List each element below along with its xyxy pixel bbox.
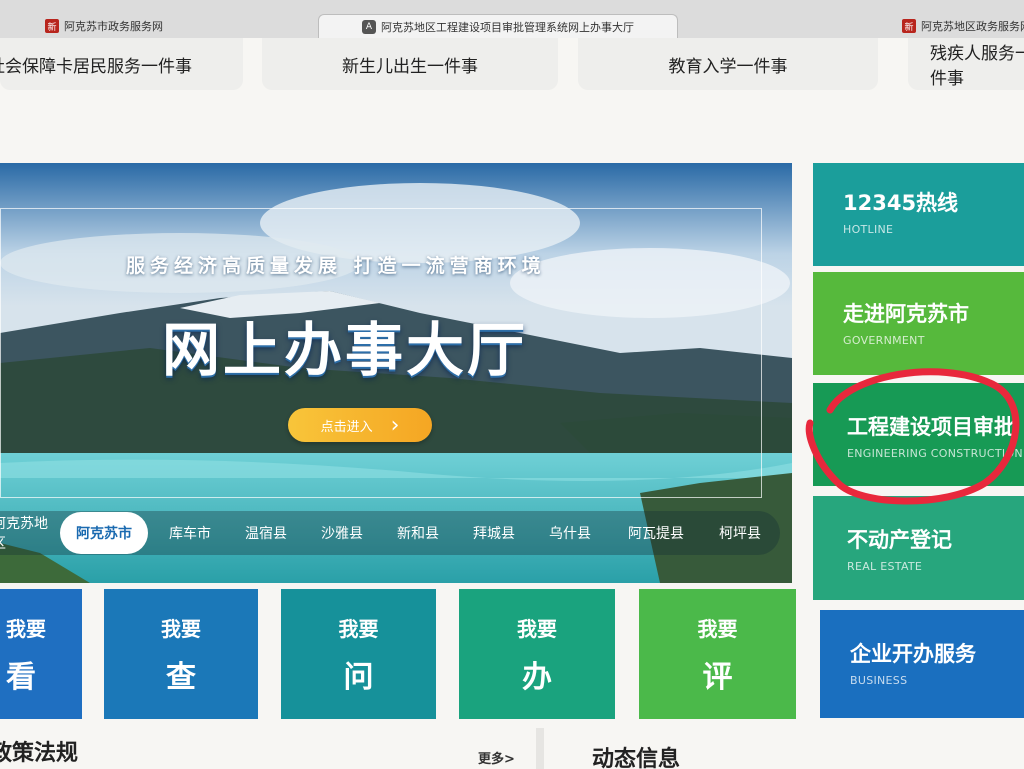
card-subtitle: ENGINEERING CONSTRUCTION: [847, 447, 1023, 460]
tile-wen[interactable]: 我要 问: [281, 589, 436, 719]
tile-line2: 办: [522, 659, 552, 695]
browser-tab-bar: 新 阿克苏市政务服务网 A 阿克苏地区工程建设项目审批管理系统网上办事大厅 新 …: [0, 0, 1024, 39]
engineering-card[interactable]: 工程建设项目审批 ENGINEERING CONSTRUCTION: [813, 383, 1024, 486]
tile-kan[interactable]: 我要 看: [0, 589, 82, 719]
service-card[interactable]: 新生儿出生一件事: [262, 38, 558, 90]
tile-line1: 我要: [697, 616, 738, 641]
card-title: 不动产登记: [847, 528, 952, 552]
region-tab[interactable]: 新和县: [388, 511, 448, 555]
tile-cha[interactable]: 我要 查: [104, 589, 258, 719]
region-tab[interactable]: 温宿县: [236, 511, 296, 555]
xin-logo-icon: 新: [902, 19, 916, 33]
page-content: 社会保障卡居民服务一件事 新生儿出生一件事 教育入学一件事 残疾人服务一件事 服…: [0, 38, 1024, 769]
tile-line1: 我要: [6, 616, 46, 641]
business-card[interactable]: 企业开办服务 BUSINESS: [820, 610, 1024, 718]
region-tab[interactable]: 阿克苏地区: [0, 511, 48, 555]
tile-line2: 评: [702, 659, 733, 695]
browser-tab-active[interactable]: A 阿克苏地区工程建设项目审批管理系统网上办事大厅: [318, 14, 678, 39]
tile-line2: 看: [6, 659, 36, 695]
card-subtitle: REAL ESTATE: [847, 560, 923, 573]
hero-banner: 服务经济高质量发展 打造一流营商环境 网上办事大厅 点击进入 › 阿克苏地区 阿…: [0, 163, 792, 583]
a-letter-icon: A: [362, 20, 376, 34]
chevron-right-icon: ›: [390, 412, 400, 438]
tab-label: 阿克苏地区政务服务网: [921, 20, 1024, 33]
tile-line1: 我要: [338, 616, 379, 641]
tile-line1: 我要: [517, 616, 557, 641]
tile-line2: 问: [343, 659, 374, 695]
card-title: 工程建设项目审批: [847, 415, 1015, 439]
news-section-title: 动态信息: [592, 747, 681, 769]
banner-slogan: 服务经济高质量发展 打造一流营商环境: [126, 255, 546, 277]
card-subtitle: HOTLINE: [843, 223, 894, 236]
card-title: 走进阿克苏市: [843, 302, 969, 326]
region-tab[interactable]: 柯坪县: [708, 511, 772, 555]
region-tab[interactable]: 阿瓦提县: [618, 511, 694, 555]
tab-label: 阿克苏地区工程建设项目审批管理系统网上办事大厅: [381, 21, 634, 34]
region-tab[interactable]: 库车市: [160, 511, 220, 555]
region-tab[interactable]: 乌什县: [540, 511, 600, 555]
enter-button-label: 点击进入: [320, 419, 373, 435]
region-tab[interactable]: 拜城县: [464, 511, 524, 555]
real-estate-card[interactable]: 不动产登记 REAL ESTATE: [813, 496, 1024, 600]
browser-tab[interactable]: 新 阿克苏地区政务服务网: [902, 14, 1024, 38]
policy-section-title: 政策法规: [0, 741, 79, 766]
tab-label: 阿克苏市政务服务网: [64, 20, 163, 33]
service-card[interactable]: 社会保障卡居民服务一件事: [0, 38, 243, 90]
card-subtitle: GOVERNMENT: [843, 334, 925, 347]
card-subtitle: BUSINESS: [850, 674, 908, 687]
hotline-card[interactable]: 12345热线 HOTLINE: [813, 163, 1024, 266]
tile-ping[interactable]: 我要 评: [639, 589, 796, 719]
service-card[interactable]: 教育入学一件事: [578, 38, 878, 90]
service-card-label: 社会保障卡居民服务一件事: [0, 56, 192, 77]
region-tab-active[interactable]: 阿克苏市: [60, 512, 148, 554]
browser-tab[interactable]: 新 阿克苏市政务服务网: [45, 14, 163, 38]
service-card[interactable]: 残疾人服务一件事: [908, 38, 1024, 90]
service-card-label: 教育入学一件事: [668, 56, 788, 77]
region-tab[interactable]: 沙雅县: [312, 511, 372, 555]
section-divider: [536, 728, 544, 769]
government-card[interactable]: 走进阿克苏市 GOVERNMENT: [813, 272, 1024, 375]
region-selector: 阿克苏地区 阿克苏市 库车市 温宿县 沙雅县 新和县 拜城县 乌什县 阿瓦提县 …: [0, 511, 780, 555]
service-card-label: 新生儿出生一件事: [342, 56, 478, 77]
more-link[interactable]: 更多>: [478, 748, 515, 767]
tile-line1: 我要: [161, 616, 201, 641]
banner-title: 网上办事大厅: [162, 316, 529, 384]
tile-line2: 查: [166, 659, 196, 695]
xin-logo-icon: 新: [45, 19, 59, 33]
service-card-label: 残疾人服务一件事: [930, 44, 1024, 89]
enter-button[interactable]: 点击进入 ›: [288, 408, 432, 442]
card-title: 企业开办服务: [850, 642, 976, 666]
card-title: 12345热线: [843, 191, 959, 215]
tile-ban[interactable]: 我要 办: [459, 589, 615, 719]
